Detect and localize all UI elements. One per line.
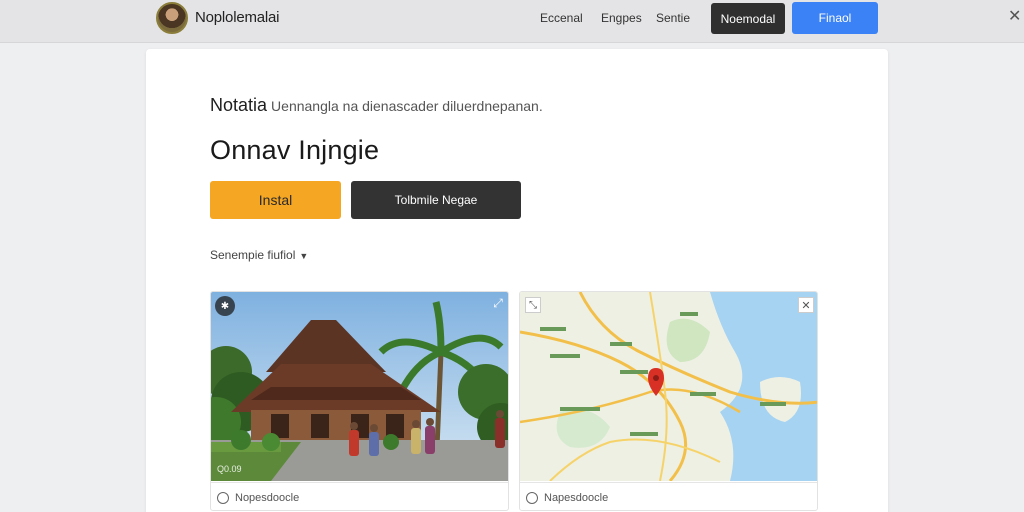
card-caption: Nopesdoocle	[211, 482, 508, 510]
map-view[interactable]	[520, 292, 818, 481]
comment-icon	[526, 491, 538, 504]
photo-stamp: Q0.09	[217, 464, 242, 474]
install-button[interactable]: Instal	[210, 181, 341, 219]
expand-icon[interactable]: ⤢	[491, 296, 505, 310]
secondary-button[interactable]: Tolbmile Negae	[351, 181, 521, 219]
avatar[interactable]	[156, 2, 188, 34]
caption-text: Nopesdoocle	[235, 491, 300, 504]
nav-link-1[interactable]: Eccenal	[540, 11, 583, 25]
map-close-icon[interactable]: ✕	[798, 297, 814, 313]
caption-text: Napesdoocle	[544, 491, 609, 504]
map-card[interactable]: ⤡ ✕ Napesdoocle	[519, 291, 818, 511]
subtitle-bold: Notatia	[210, 95, 268, 115]
nav-link-3[interactable]: Sentie	[656, 11, 690, 25]
app-title: Noplolemalai	[195, 9, 280, 26]
page-title: Onnav Injngie	[210, 135, 380, 165]
dropdown-select[interactable]: Senempie fiufiol ▼	[210, 248, 308, 262]
header-dark-button[interactable]: Noemodal	[711, 3, 785, 34]
photo-card[interactable]: ✱ ⤢ Q0.09 Nopesdoocle	[210, 291, 509, 511]
close-icon[interactable]: ✕	[1008, 6, 1021, 26]
main-card: Notatia Uennangla na dienascader diluerdn…	[146, 49, 888, 512]
header-blue-button[interactable]: Finaol	[792, 2, 878, 34]
media-badge-icon[interactable]: ✱	[215, 296, 235, 316]
comment-icon	[217, 491, 229, 504]
nav-link-2[interactable]: Engpes	[601, 11, 642, 25]
card-caption: Napesdoocle	[520, 482, 817, 510]
top-bar: Noplolemalai Eccenal Engpes Sentie Noemo…	[0, 0, 1024, 43]
temple-photo	[211, 292, 508, 481]
subtitle-muted: Uennangla na dienascader diluerdnepanan.	[271, 98, 543, 114]
subtitle-line: Notatia Uennangla na dienascader diluerdn…	[210, 95, 543, 116]
dropdown-label: Senempie fiufiol	[210, 248, 296, 262]
caret-down-icon: ▼	[299, 251, 309, 261]
resize-icon[interactable]: ⤡	[525, 297, 541, 313]
